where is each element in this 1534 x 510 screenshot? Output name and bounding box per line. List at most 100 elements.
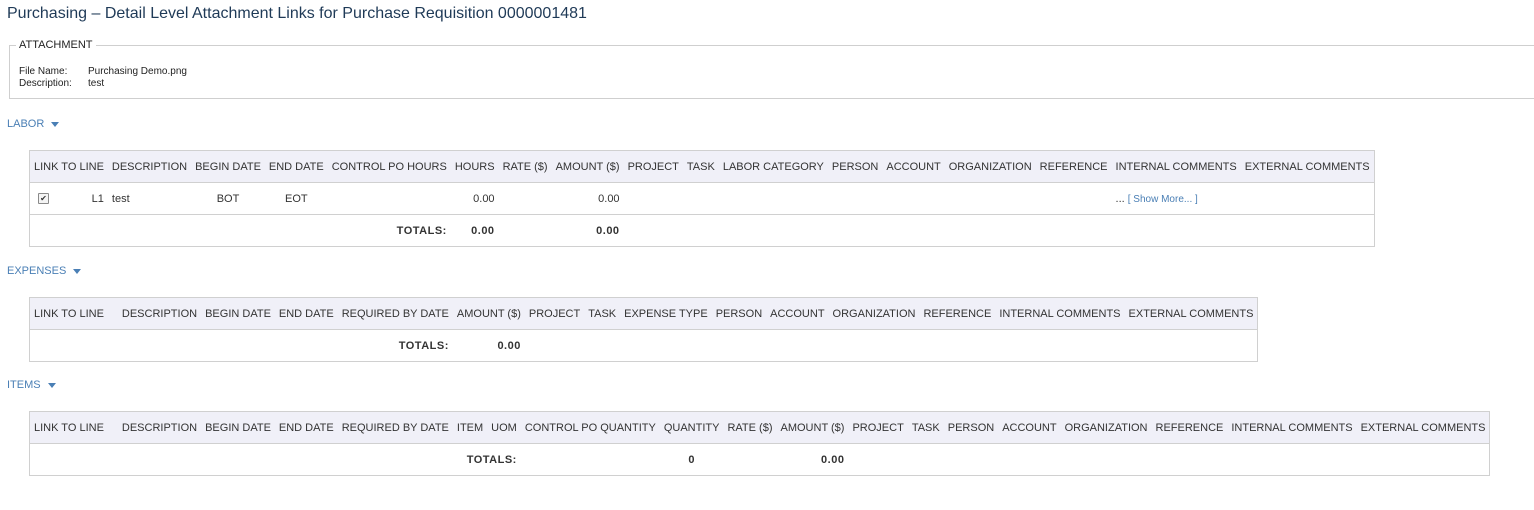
column-header: REFERENCE [919, 297, 996, 330]
description-label: Description: [19, 78, 72, 89]
column-header: AMOUNT ($) [551, 150, 624, 183]
column-header: EXPENSE TYPE [620, 297, 712, 330]
column-header: PROJECT [848, 411, 908, 444]
column-header: PERSON [943, 411, 999, 444]
items-table: LINK TO LINE DESCRIPTION BEGIN DATE END … [29, 411, 1491, 476]
column-header: END DATE [264, 150, 328, 183]
column-header: ORGANIZATION [1060, 411, 1152, 444]
column-header: QUANTITY [659, 411, 724, 444]
column-header: TASK [682, 150, 719, 183]
column-header: ACCOUNT [998, 411, 1061, 444]
column-header: REQUIRED BY DATE [337, 411, 453, 444]
totals-row: TOTALS: 0.00 0.00 [29, 214, 1375, 247]
totals-row: TOTALS: 0 0.00 [29, 443, 1490, 476]
description-value: test [88, 78, 105, 89]
column-header: EXTERNAL COMMENTS [1124, 297, 1258, 330]
column-header: LINK TO LINE [29, 150, 108, 183]
column-header: END DATE [274, 411, 338, 444]
link-to-line-cell: ✔ L1 [29, 182, 108, 215]
attachment-panel: ATTACHMENT File Name: Purchasing Demo.png… [9, 39, 1534, 99]
line-number: L1 [91, 192, 104, 205]
file-name-value: Purchasing Demo.png [88, 66, 187, 77]
project-cell [623, 182, 683, 215]
column-header: CONTROL PO HOURS [327, 150, 451, 183]
end-date-cell: EOT [264, 182, 328, 215]
column-header: LABOR CATEGORY [718, 150, 828, 183]
labor-table: LINK TO LINE DESCRIPTION BEGIN DATE END … [29, 150, 1375, 247]
link-checkbox[interactable]: ✔ [38, 193, 49, 205]
external-comments-cell [1240, 182, 1375, 215]
column-header: TASK [907, 411, 944, 444]
column-header: BEGIN DATE [201, 411, 275, 444]
file-name-label: File Name: [19, 66, 68, 77]
rate-cell [498, 182, 552, 215]
totals-label: TOTALS: [29, 329, 453, 362]
column-header: LINK TO LINE [29, 297, 118, 330]
table-row: ✔ L1 test BOT EOT 0.00 0.00 ... [ Show M… [29, 182, 1375, 215]
column-header: AMOUNT ($) [452, 297, 525, 330]
column-header: REQUIRED BY DATE [337, 297, 453, 330]
page-title: Purchasing – Detail Level Attachment Lin… [7, 5, 587, 22]
column-header: BEGIN DATE [191, 150, 265, 183]
hours-cell: 0.00 [450, 182, 499, 215]
total-amount: 0.00 [776, 443, 849, 476]
column-header: HOURS [450, 150, 499, 183]
table-header-row: LINK TO LINE DESCRIPTION BEGIN DATE END … [29, 411, 1490, 444]
column-header: PROJECT [524, 297, 585, 330]
column-header: ACCOUNT [882, 150, 945, 183]
column-header: BEGIN DATE [201, 297, 275, 330]
total-hours: 0.00 [450, 214, 499, 247]
total-amount: 0.00 [452, 329, 525, 362]
totals-row: TOTALS: 0.00 [29, 329, 1258, 362]
expenses-section-toggle[interactable]: EXPENSES [7, 265, 82, 277]
column-header: EXTERNAL COMMENTS [1356, 411, 1490, 444]
labor-section-title: LABOR [7, 118, 45, 130]
column-header: INTERNAL COMMENTS [995, 297, 1125, 330]
amount-cell: 0.00 [551, 182, 624, 215]
person-cell [827, 182, 883, 215]
caret-down-icon [51, 121, 60, 127]
file-name-row: File Name: Purchasing Demo.png [19, 66, 187, 77]
column-header: PROJECT [623, 150, 683, 183]
column-header: REFERENCE [1035, 150, 1112, 183]
labor-category-cell [718, 182, 828, 215]
column-header: PERSON [827, 150, 883, 183]
organization-cell [944, 182, 1036, 215]
column-header: DESCRIPTION [117, 411, 202, 444]
column-header: REFERENCE [1151, 411, 1228, 444]
totals-label: TOTALS: [29, 443, 521, 476]
expenses-table: LINK TO LINE DESCRIPTION BEGIN DATE END … [29, 297, 1259, 362]
column-header: RATE ($) [498, 150, 552, 183]
labor-section-toggle[interactable]: LABOR [7, 118, 60, 130]
column-header: ITEM [452, 411, 488, 444]
column-header: DESCRIPTION [117, 297, 202, 330]
total-quantity: 0 [659, 443, 724, 476]
begin-date-cell: BOT [191, 182, 265, 215]
column-header: AMOUNT ($) [776, 411, 849, 444]
attachment-legend: ATTACHMENT [19, 39, 93, 51]
totals-label: TOTALS: [29, 214, 451, 247]
show-more-link[interactable]: [ Show More... ] [1128, 194, 1198, 205]
control-po-hours-cell [327, 182, 451, 215]
column-header: ORGANIZATION [828, 297, 920, 330]
column-header: PERSON [711, 297, 767, 330]
description-cell: test [107, 182, 192, 215]
table-header-row: LINK TO LINE DESCRIPTION BEGIN DATE END … [29, 150, 1375, 183]
comments-ellipsis: ... [1115, 192, 1125, 205]
column-header: TASK [584, 297, 621, 330]
column-header: INTERNAL COMMENTS [1227, 411, 1357, 444]
column-header: RATE ($) [723, 411, 777, 444]
column-header: ACCOUNT [766, 297, 829, 330]
internal-comments-cell: ... [ Show More... ] [1111, 182, 1241, 215]
column-header: DESCRIPTION [107, 150, 192, 183]
account-cell [882, 182, 945, 215]
items-section-toggle[interactable]: ITEMS [7, 379, 56, 391]
column-header: EXTERNAL COMMENTS [1240, 150, 1375, 183]
column-header: LINK TO LINE [29, 411, 118, 444]
caret-down-icon [73, 268, 82, 274]
column-header: ORGANIZATION [944, 150, 1036, 183]
total-amount: 0.00 [551, 214, 624, 247]
column-header: UOM [487, 411, 521, 444]
task-cell [682, 182, 719, 215]
caret-down-icon [47, 382, 56, 388]
